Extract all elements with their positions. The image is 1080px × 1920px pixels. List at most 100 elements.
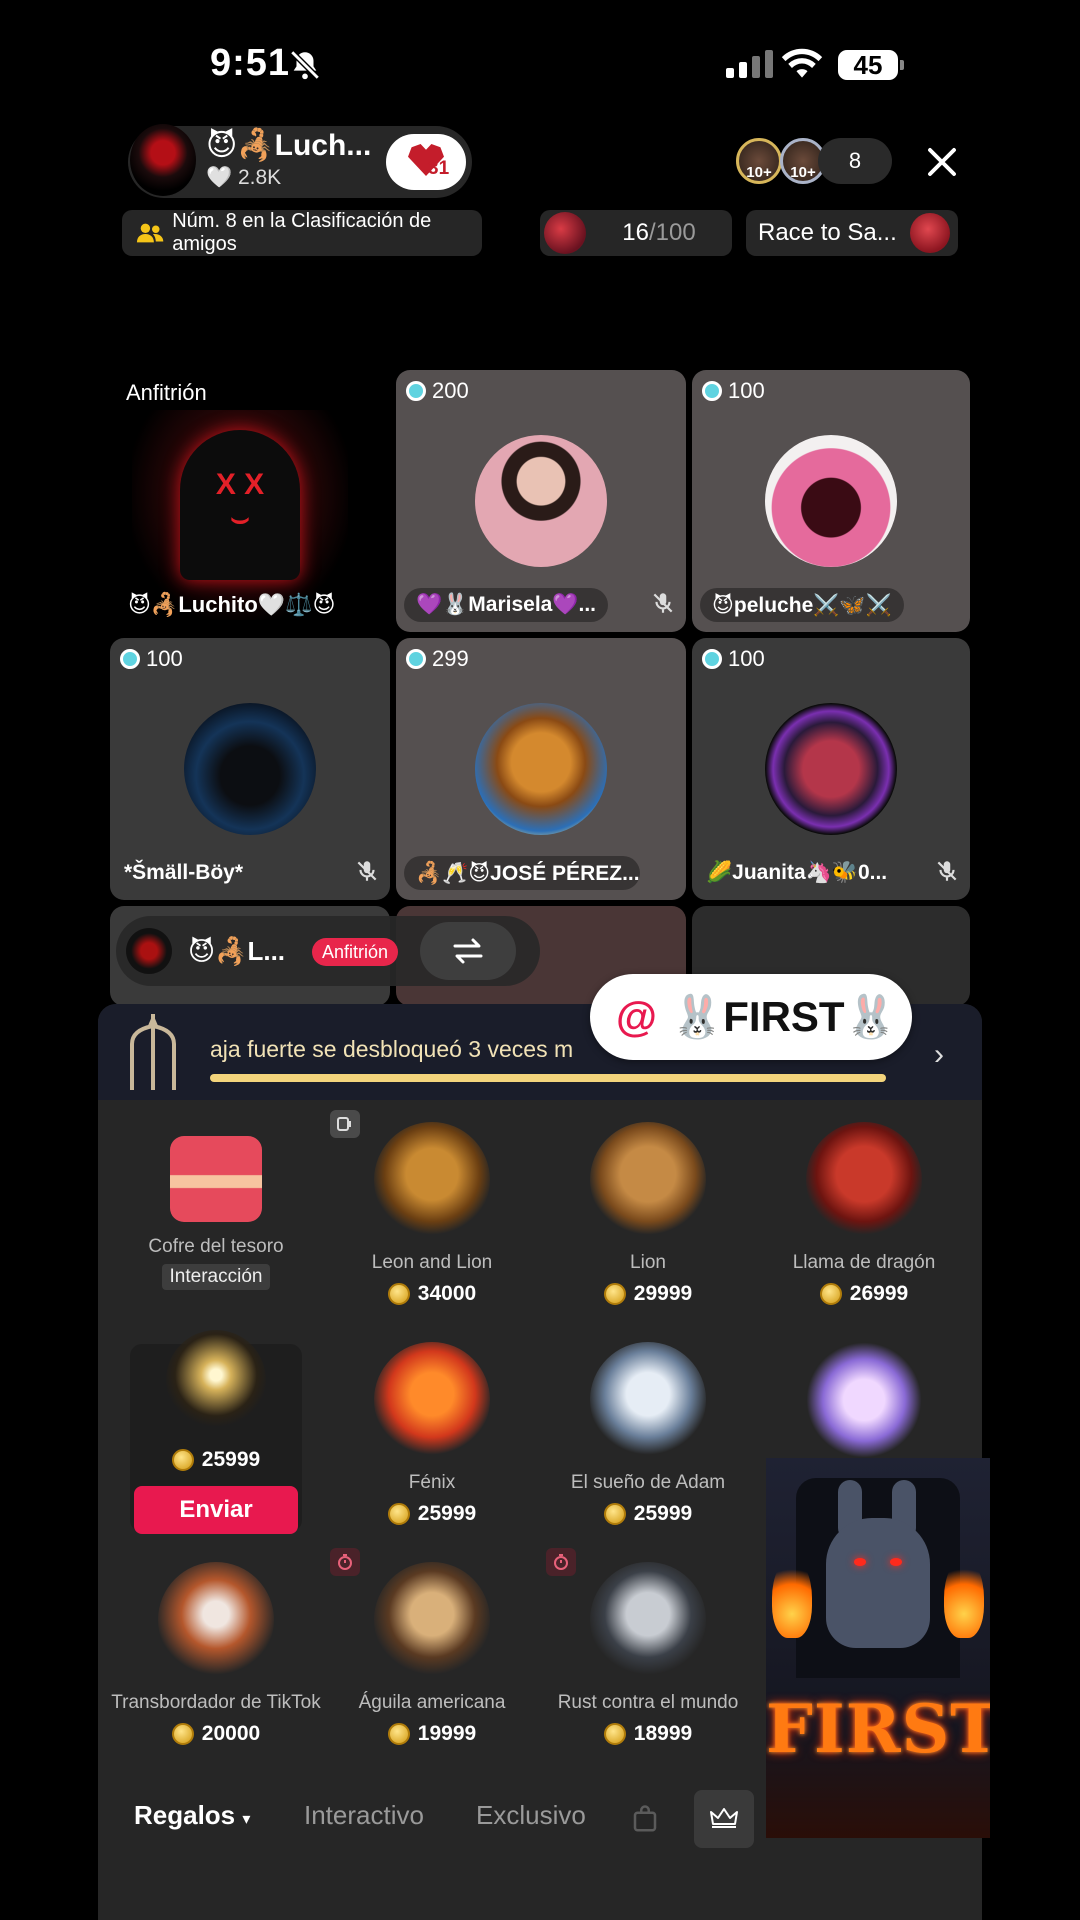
gift-item[interactable]: Transbordador de TikTok 20000 (108, 1562, 324, 1746)
gift-price: 29999 (540, 1282, 756, 1306)
chevron-right-icon[interactable]: › (934, 1038, 944, 1072)
tab-gifts[interactable]: Regalos ▾ (134, 1800, 250, 1831)
gift-price: 25999 (324, 1502, 540, 1526)
castle-gift-image (806, 1342, 922, 1458)
gift-price: 18999 (540, 1722, 756, 1746)
score-icon (406, 649, 426, 669)
fan-club-level: 31 (428, 158, 450, 179)
sort-icon: ▾ (242, 1811, 251, 1828)
gift-name: Cofre del tesoro (148, 1236, 284, 1257)
interaction-tag: Interacción (161, 1264, 271, 1290)
switch-button[interactable] (420, 922, 516, 980)
guest-score: 299 (406, 646, 469, 672)
score-icon (120, 649, 140, 669)
guest-avatar (184, 703, 316, 835)
gift-item[interactable]: Llama de dragón 26999 (756, 1122, 972, 1306)
friends-ranking-text: Núm. 8 en la Clasificación de amigos (172, 210, 432, 255)
host-name: 😈🦂Luch... (206, 129, 372, 162)
live-goal-chip[interactable]: 16/100 (540, 210, 732, 256)
guest-avatar (475, 435, 607, 567)
guest-tile[interactable]: 100 😈peluche⚔️🦋⚔️ (692, 370, 970, 632)
coin-icon (387, 1503, 410, 1525)
top-viewer-avatar[interactable]: 10+ (736, 138, 782, 184)
coin-icon (387, 1283, 410, 1305)
race-chip[interactable]: Race to Sa... (746, 210, 958, 256)
guest-tile[interactable]: 200 💜🐰Marisela💜... (396, 370, 686, 632)
signal-icon (726, 48, 773, 78)
swap-arrows-icon (453, 938, 483, 964)
close-icon[interactable] (924, 144, 960, 180)
score-icon (702, 649, 722, 669)
guest-tile[interactable]: 100 🌽Juanita🦄🐝0... (692, 638, 970, 900)
gift-item[interactable]: Leon and Lion 34000 (324, 1122, 540, 1306)
cohost-name: 😈🦂L... (188, 936, 286, 966)
score-icon (406, 381, 426, 401)
gift-name: Fénix (408, 1472, 456, 1493)
race-text: Race to Sa... (758, 219, 897, 246)
guest-tile[interactable]: 299 🦂🥂😈JOSÉ PÉREZ... (396, 638, 686, 900)
gift-item[interactable]: Lion 29999 (540, 1122, 756, 1306)
crown-button[interactable] (694, 1790, 754, 1848)
wifi-icon (781, 48, 823, 78)
strawberry-icon (910, 213, 950, 253)
gift-item-selected[interactable]: 25999 (108, 1330, 324, 1472)
gift-name: Llama de dragón (792, 1252, 936, 1273)
guest-avatar (765, 703, 897, 835)
status-time: 9:51 (210, 42, 291, 84)
banner-text: aja fuerte se desbloqueó 3 veces m (210, 1036, 574, 1062)
at-icon: @ (616, 993, 657, 1040)
gift-image (374, 1342, 490, 1458)
mic-muted-icon (357, 861, 377, 881)
people-icon (136, 223, 164, 243)
gift-item[interactable]: Rust contra el mundo 18999 (540, 1562, 756, 1746)
guest-avatar (765, 435, 897, 567)
goal-icon (544, 212, 586, 254)
gift-image (590, 1122, 706, 1238)
gift-item[interactable]: Águila americana 19999 (324, 1562, 540, 1746)
first-overlay-text: FIRST (766, 1690, 990, 1768)
gift-price: 25999 (108, 1448, 324, 1472)
gift-name: Águila americana (358, 1692, 506, 1713)
cohost-avatar (126, 928, 172, 974)
gift-item[interactable]: El sueño de Adam 25999 (540, 1342, 756, 1526)
gift-name: El sueño de Adam (570, 1472, 726, 1493)
trident-icon (130, 1014, 176, 1090)
mic-muted-icon (937, 861, 957, 881)
coin-icon (603, 1503, 626, 1525)
gift-name: Lion (630, 1252, 666, 1273)
coin-icon (819, 1283, 842, 1305)
gift-image (374, 1122, 490, 1238)
send-button[interactable]: Enviar (134, 1486, 298, 1534)
host-avatar[interactable] (130, 124, 196, 196)
mention-text: 🐰FIRST🐰 (670, 992, 897, 1040)
gift-item[interactable]: Fénix 25999 (324, 1342, 540, 1526)
battery-indicator: 45 (838, 50, 904, 80)
friends-ranking-chip[interactable]: Núm. 8 en la Clasificación de amigos (122, 210, 482, 256)
gift-name: Rust contra el mundo (557, 1692, 739, 1713)
gift-name: Transbordador de TikTok (111, 1692, 321, 1713)
mention-popup[interactable]: @ 🐰FIRST🐰 (590, 974, 912, 1060)
gift-price: 19999 (324, 1722, 540, 1746)
cohost-host-tag: Anfitrión (312, 938, 399, 966)
tab-exclusive[interactable]: Exclusivo (476, 1800, 586, 1831)
crown-icon (710, 1808, 738, 1828)
gift-image (590, 1562, 706, 1678)
guest-name: 💜🐰Marisela💜... (404, 588, 608, 622)
guest-score: 200 (406, 378, 469, 404)
guest-score: 100 (120, 646, 183, 672)
guest-name: 😈peluche⚔️🦋⚔️ (700, 588, 904, 622)
gift-price: 20000 (108, 1722, 324, 1746)
host-tile-label: Anfitrión (126, 380, 207, 405)
bag-icon[interactable] (630, 1804, 660, 1834)
gift-image (166, 1330, 266, 1430)
gift-item[interactable] (756, 1342, 972, 1458)
gift-price: 26999 (756, 1282, 972, 1306)
coin-icon (603, 1283, 626, 1305)
guest-tile[interactable]: 100 *Šmäll-Böy* (110, 638, 390, 900)
coin-icon (171, 1449, 194, 1471)
fan-club-badge[interactable]: 31 (386, 134, 466, 190)
gift-item[interactable]: Cofre del tesoro Interacción (108, 1122, 324, 1290)
viewer-count[interactable]: 8 (818, 138, 892, 184)
mic-muted-icon (653, 593, 673, 613)
tab-interactive[interactable]: Interactivo (304, 1800, 424, 1831)
